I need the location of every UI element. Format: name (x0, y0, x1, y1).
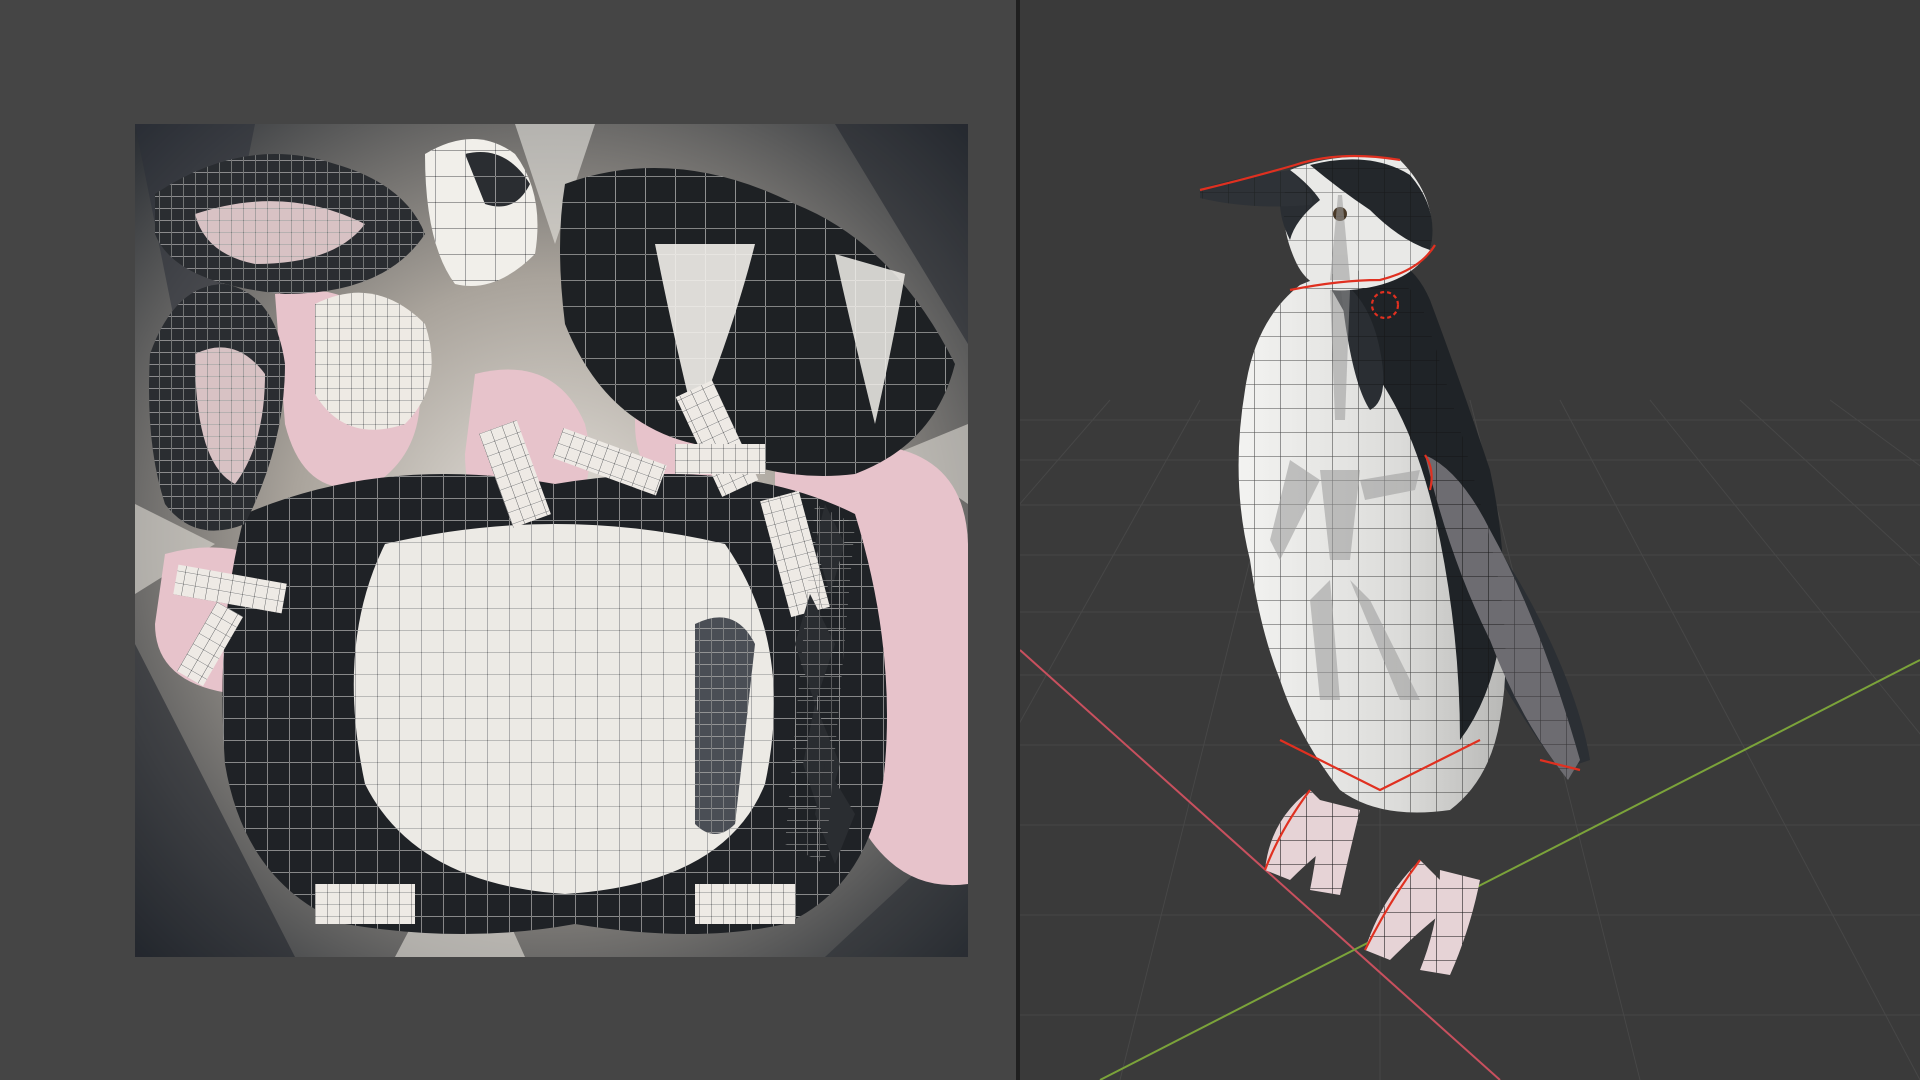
blender-window (0, 0, 1920, 1080)
y-axis-line (1099, 659, 1920, 1080)
penguin-model[interactable] (1199, 154, 1590, 975)
3d-viewport[interactable] (1020, 0, 1920, 1080)
uv-texture-image[interactable] (135, 124, 968, 957)
uv-editor-area[interactable] (0, 0, 1016, 1080)
penguin-feet (1265, 790, 1480, 975)
viewport-scene (1020, 154, 1920, 1080)
uv-layout-svg (135, 124, 968, 957)
